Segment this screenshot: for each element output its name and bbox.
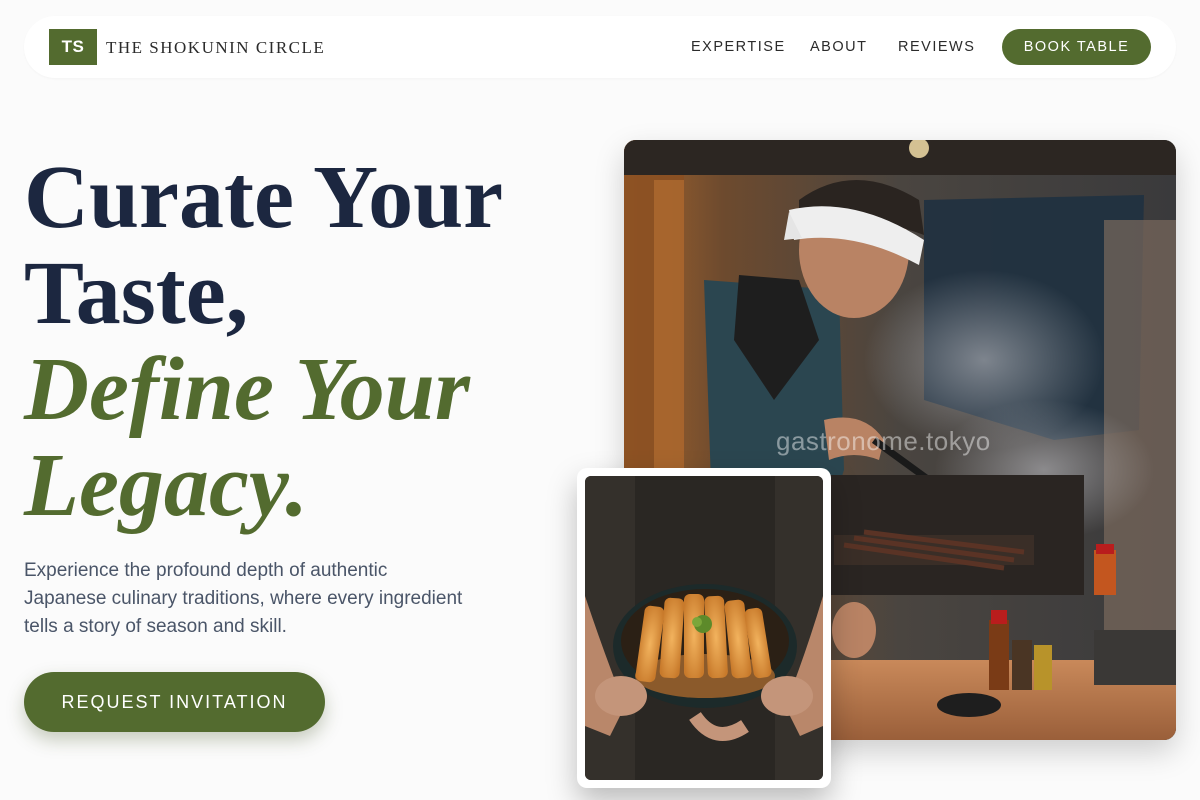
nav-link-about[interactable]: ABOUT [810,39,867,55]
book-table-button[interactable]: BOOK TABLE [1002,29,1151,65]
headline-line-2: Taste, [24,244,249,343]
headline-accent-line-2: Legacy. [24,436,308,535]
tonkatsu-illustration [585,476,823,780]
headline-accent-line-1: Define Your [24,340,470,439]
logo-mark[interactable]: TS [49,29,97,65]
tonkatsu-photo [585,476,823,780]
request-invitation-button[interactable]: REQUEST INVITATION [24,672,325,732]
top-nav: TS THE SHOKUNIN CIRCLE EXPERTISE ABOUT R… [24,16,1176,78]
hero-subtext: Experience the profound depth of authent… [24,560,463,637]
watermark-text: gastronome.tokyo [776,426,991,456]
hero-headline: Curate Your Taste, Define Your Legacy. [24,150,503,534]
nav-link-expertise[interactable]: EXPERTISE [691,39,786,55]
tonkatsu-photo-card [577,468,831,788]
brand-name[interactable]: THE SHOKUNIN CIRCLE [106,38,325,58]
headline-line-1: Curate Your [24,148,504,247]
nav-link-reviews[interactable]: REVIEWS [898,39,975,55]
